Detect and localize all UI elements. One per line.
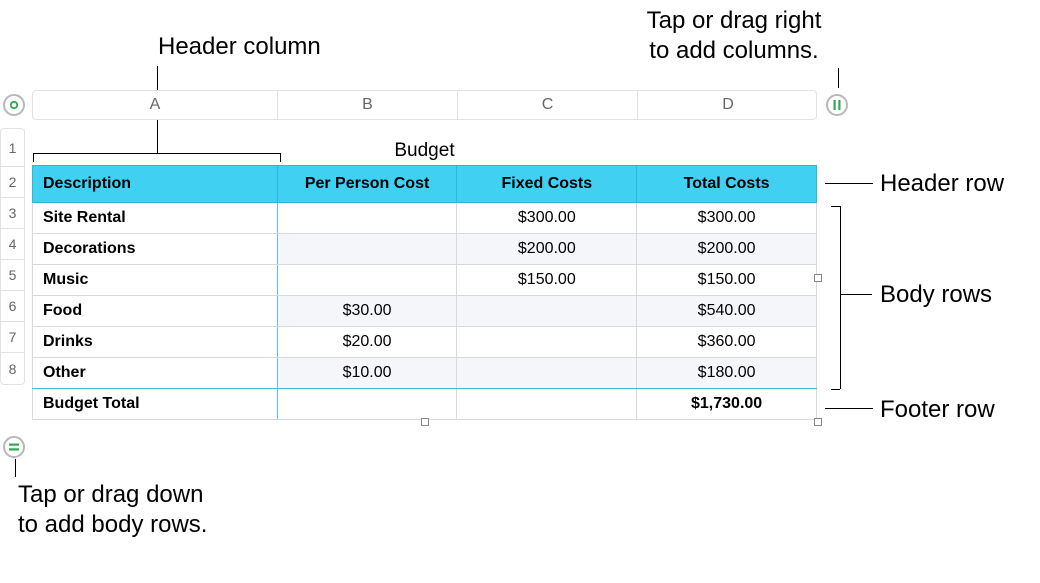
- cell-per-person[interactable]: [277, 265, 457, 296]
- cell-per-person[interactable]: $30.00: [277, 296, 457, 327]
- callout-text-line1: Tap or drag down: [18, 481, 203, 508]
- callout-bracket: [840, 206, 841, 389]
- cell-per-person[interactable]: [277, 203, 457, 234]
- column-header[interactable]: A: [33, 91, 278, 119]
- row-header[interactable]: 4: [1, 229, 24, 260]
- selection-handle[interactable]: [421, 418, 429, 426]
- callout-text-line2: to add columns.: [649, 37, 818, 64]
- callout-bracket-tick: [831, 206, 840, 207]
- callout-add-columns: Tap or drag right to add columns.: [614, 6, 854, 66]
- header-cell-fixed[interactable]: Fixed Costs: [457, 166, 637, 203]
- callout-leader: [825, 183, 873, 184]
- table-row[interactable]: Site Rental $300.00 $300.00: [33, 203, 817, 234]
- column-header[interactable]: D: [638, 91, 818, 119]
- row-header[interactable]: 7: [1, 322, 24, 353]
- cell-description[interactable]: Decorations: [33, 234, 278, 265]
- header-row[interactable]: Description Per Person Cost Fixed Costs …: [33, 166, 817, 203]
- callout-bracket-tick: [831, 389, 840, 390]
- table-row[interactable]: Decorations $200.00 $200.00: [33, 234, 817, 265]
- cell-total[interactable]: $300.00: [637, 203, 817, 234]
- table-row[interactable]: Drinks $20.00 $360.00: [33, 327, 817, 358]
- cell-fixed[interactable]: [457, 327, 637, 358]
- column-header[interactable]: B: [278, 91, 458, 119]
- cell-description[interactable]: Food: [33, 296, 278, 327]
- callout-leader: [15, 459, 16, 477]
- cell-footer-total[interactable]: $1,730.00: [637, 389, 817, 420]
- selection-handle[interactable]: [814, 274, 822, 282]
- cell-total[interactable]: $150.00: [637, 265, 817, 296]
- cell-footer-per[interactable]: [277, 389, 457, 420]
- header-cell-description[interactable]: Description: [33, 166, 278, 203]
- cell-fixed[interactable]: $150.00: [457, 265, 637, 296]
- footer-row[interactable]: Budget Total $1,730.00: [33, 389, 817, 420]
- cell-description[interactable]: Drinks: [33, 327, 278, 358]
- cell-footer-description[interactable]: Budget Total: [33, 389, 278, 420]
- cell-fixed[interactable]: $200.00: [457, 234, 637, 265]
- row-header[interactable]: 3: [1, 198, 24, 229]
- table-corner-handle[interactable]: [3, 94, 25, 116]
- cell-footer-fixed[interactable]: [457, 389, 637, 420]
- table-row[interactable]: Music $150.00 $150.00: [33, 265, 817, 296]
- table-title[interactable]: Budget: [32, 140, 817, 162]
- header-cell-per-person[interactable]: Per Person Cost: [277, 166, 457, 203]
- budget-table[interactable]: Description Per Person Cost Fixed Costs …: [32, 165, 817, 420]
- row-header[interactable]: 8: [1, 353, 24, 384]
- callout-footer-row: Footer row: [880, 395, 995, 425]
- row-header[interactable]: 2: [1, 167, 24, 198]
- header-cell-total[interactable]: Total Costs: [637, 166, 817, 203]
- cell-per-person[interactable]: $10.00: [277, 358, 457, 389]
- callout-add-rows: Tap or drag down to add body rows.: [18, 480, 207, 540]
- callout-text-line1: Tap or drag right: [647, 7, 822, 34]
- selection-handle[interactable]: [814, 418, 822, 426]
- callout-header-row: Header row: [880, 169, 1004, 199]
- cell-fixed[interactable]: [457, 296, 637, 327]
- callout-header-column: Header column: [158, 32, 321, 62]
- cell-fixed[interactable]: [457, 358, 637, 389]
- callout-text-line2: to add body rows.: [18, 511, 207, 538]
- cell-description[interactable]: Other: [33, 358, 278, 389]
- row-header[interactable]: 5: [1, 260, 24, 291]
- cell-total[interactable]: $200.00: [637, 234, 817, 265]
- cell-per-person[interactable]: $20.00: [277, 327, 457, 358]
- table-row[interactable]: Other $10.00 $180.00: [33, 358, 817, 389]
- callout-leader: [825, 408, 873, 409]
- cell-total[interactable]: $360.00: [637, 327, 817, 358]
- add-rows-handle[interactable]: [3, 436, 25, 458]
- cell-total[interactable]: $180.00: [637, 358, 817, 389]
- cell-per-person[interactable]: [277, 234, 457, 265]
- cell-description[interactable]: Music: [33, 265, 278, 296]
- row-header-bar[interactable]: 1 2 3 4 5 6 7 8: [0, 128, 25, 385]
- column-header[interactable]: C: [458, 91, 638, 119]
- row-header[interactable]: 1: [1, 129, 24, 167]
- cell-fixed[interactable]: $300.00: [457, 203, 637, 234]
- cell-total[interactable]: $540.00: [637, 296, 817, 327]
- callout-leader: [838, 68, 839, 88]
- callout-body-rows: Body rows: [880, 280, 992, 310]
- column-header-bar[interactable]: A B C D: [32, 90, 817, 120]
- callout-leader: [841, 294, 872, 295]
- cell-description[interactable]: Site Rental: [33, 203, 278, 234]
- row-header[interactable]: 6: [1, 291, 24, 322]
- table-row[interactable]: Food $30.00 $540.00: [33, 296, 817, 327]
- add-columns-handle[interactable]: [826, 94, 848, 116]
